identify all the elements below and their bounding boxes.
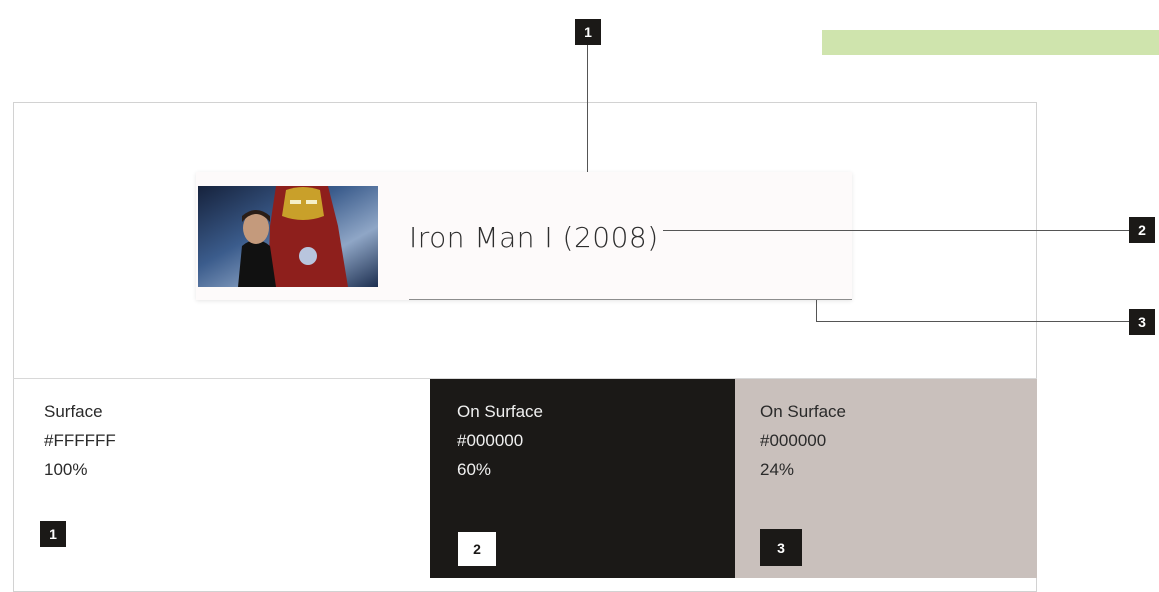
callout-line-2 bbox=[663, 230, 1129, 231]
swatch-opacity: 100% bbox=[44, 460, 88, 479]
callout-marker-2: 2 bbox=[1129, 217, 1155, 243]
swatch-name: Surface bbox=[44, 402, 103, 421]
swatch-marker-2: 2 bbox=[458, 532, 496, 566]
callout-line-3-vertical bbox=[816, 300, 817, 321]
swatch-opacity: 24% bbox=[760, 460, 795, 479]
callout-marker-1: 1 bbox=[575, 19, 601, 45]
swatch-hex: #000000 bbox=[457, 431, 524, 450]
swatch-hex: #000000 bbox=[760, 431, 827, 450]
card-title: Iron Man I (2008) bbox=[409, 221, 659, 254]
swatch-name: On Surface bbox=[457, 402, 543, 421]
card-underline bbox=[409, 299, 852, 300]
accent-bar bbox=[822, 30, 1159, 55]
swatch-hex: #FFFFFF bbox=[44, 431, 116, 450]
movie-poster-image bbox=[198, 186, 378, 287]
callout-marker-3: 3 bbox=[1129, 309, 1155, 335]
callout-line-1 bbox=[587, 45, 588, 181]
swatch-surface: Surface #FFFFFF 100% bbox=[14, 379, 430, 578]
swatch-marker-3: 3 bbox=[760, 529, 802, 566]
swatch-opacity: 60% bbox=[457, 460, 492, 479]
swatch-name: On Surface bbox=[760, 402, 846, 421]
swatch-marker-1: 1 bbox=[40, 521, 66, 547]
callout-line-3 bbox=[816, 321, 1129, 322]
